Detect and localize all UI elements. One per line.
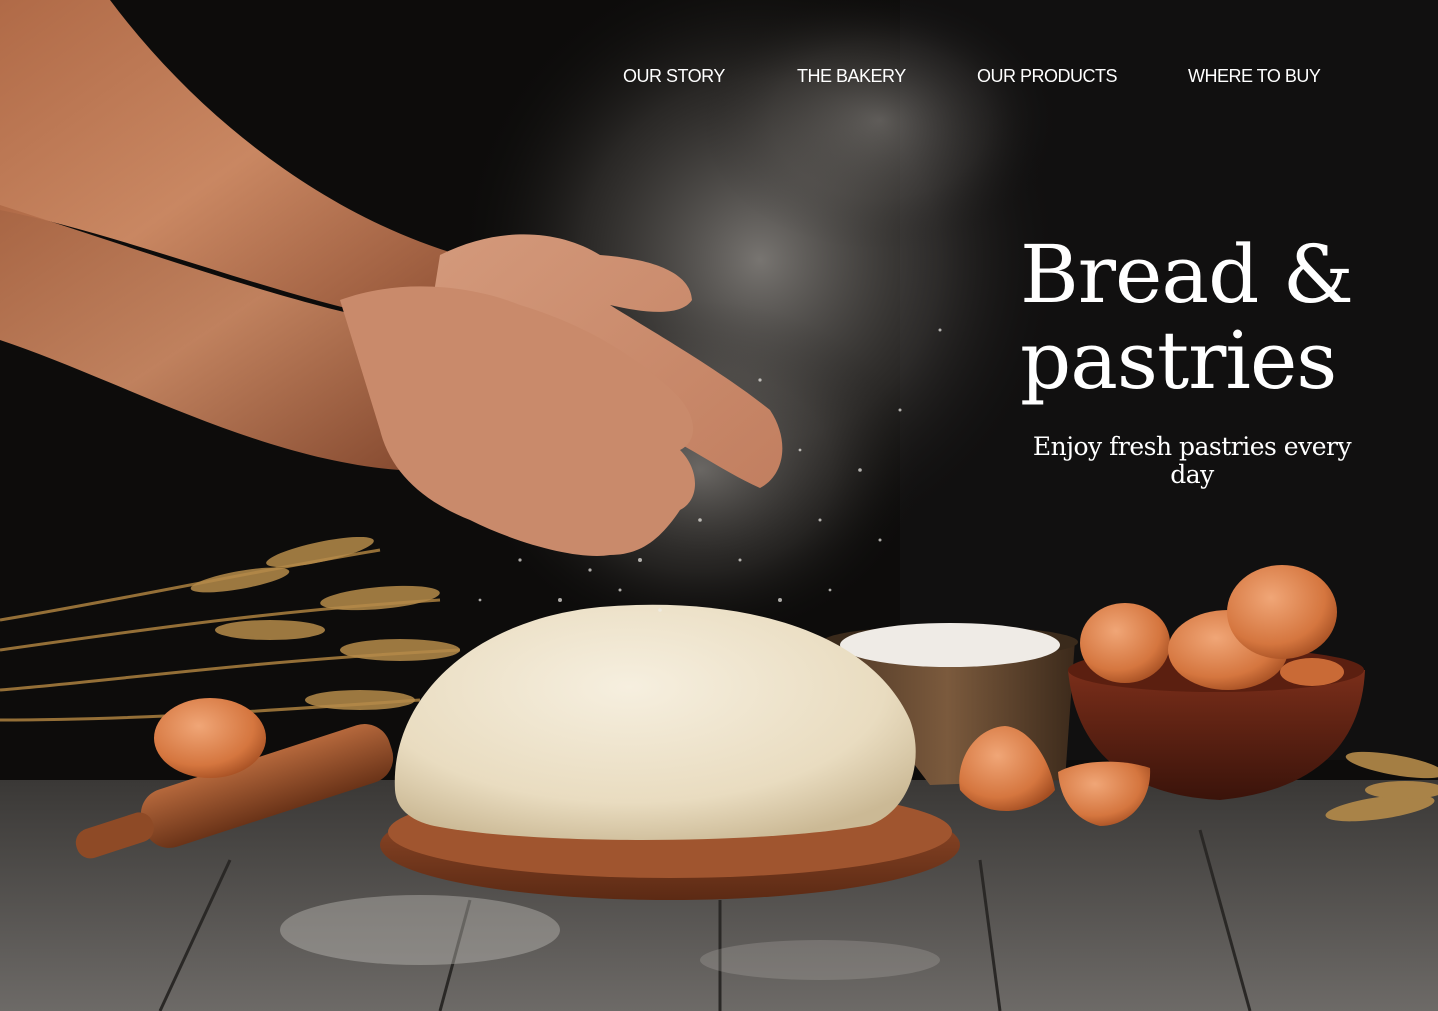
nav-our-products-link[interactable]: OUR PRODUCTS [977, 66, 1118, 87]
nav-where-to-buy-link[interactable]: WHERE TO BUY [1188, 66, 1321, 87]
nav-the-bakery-link[interactable]: THE BAKERY [797, 66, 906, 87]
main-nav: OUR STORY THE BAKERY OUR PRODUCTS WHERE … [0, 66, 1438, 92]
hero-title: Bread & pastries [1020, 228, 1354, 407]
landing-page: OUR STORY THE BAKERY OUR PRODUCTS WHERE … [0, 0, 1438, 1011]
hero-subtitle: Enjoy fresh pastries every day [1032, 432, 1352, 489]
hero-image [0, 0, 1438, 1011]
nav-our-story-link[interactable]: OUR STORY [623, 66, 725, 87]
